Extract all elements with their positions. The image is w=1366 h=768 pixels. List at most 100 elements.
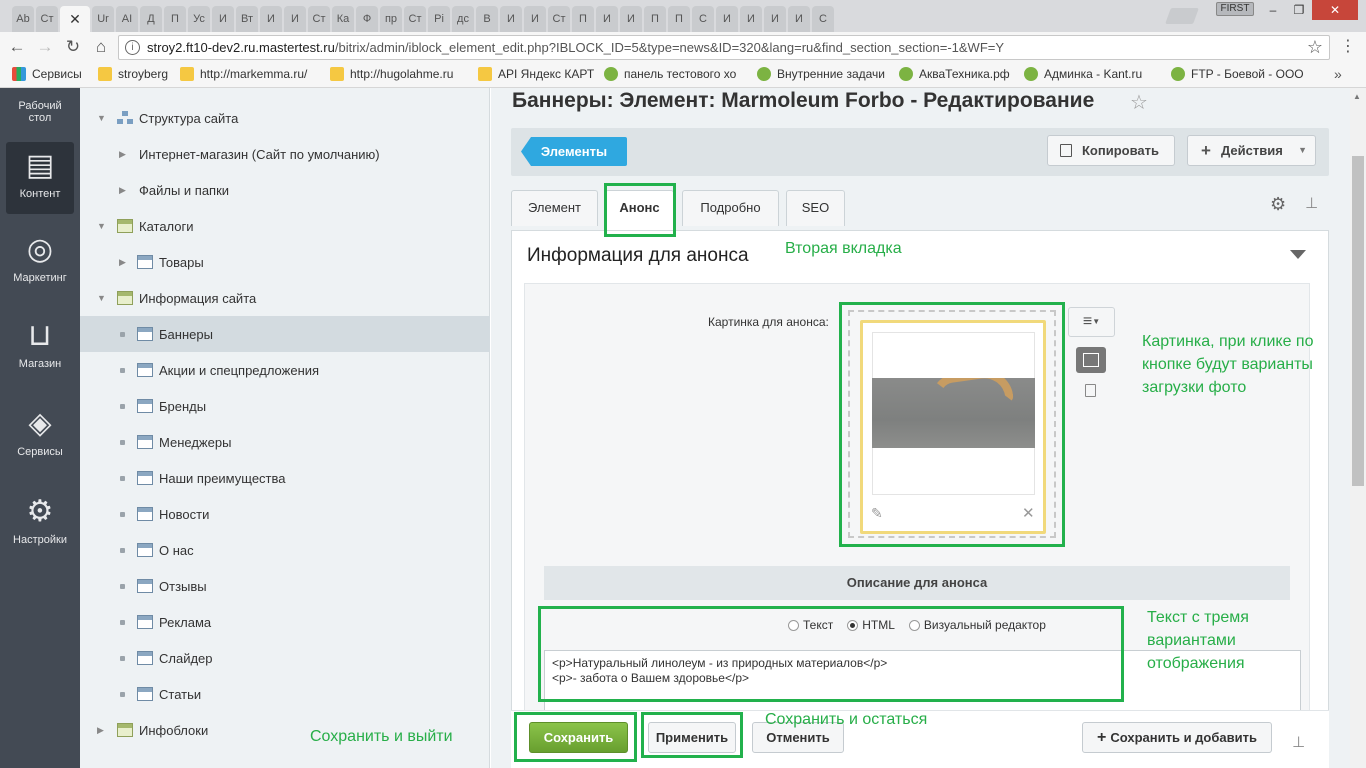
window-close-button[interactable]: ✕ — [1312, 0, 1358, 20]
reload-icon[interactable]: ↻ — [62, 36, 84, 58]
chevron-right-icon[interactable]: ▶ — [97, 725, 104, 736]
window-maximize-button[interactable]: ❐ — [1286, 0, 1312, 20]
browser-tab[interactable]: И — [260, 6, 282, 32]
browser-tab[interactable]: Ст — [404, 6, 426, 32]
back-icon[interactable]: ← — [6, 36, 28, 58]
browser-tab-active[interactable]: ✕ — [60, 6, 90, 32]
browser-tab[interactable]: И — [500, 6, 522, 32]
tree-item[interactable]: О нас — [80, 532, 490, 568]
picture-upload-menu-button[interactable]: ≡▼ — [1068, 307, 1115, 337]
scroll-thumb[interactable] — [1352, 156, 1364, 486]
new-tab-button[interactable] — [1165, 8, 1199, 24]
section-collapse-icon[interactable] — [1290, 250, 1306, 259]
browser-tab[interactable]: Ст — [308, 6, 330, 32]
browser-tab[interactable]: П — [164, 6, 186, 32]
tab-seo[interactable]: SEO — [786, 190, 845, 226]
bookmark-item[interactable]: http://hugolahme.ru — [330, 67, 453, 81]
address-bar[interactable]: i stroy2.ft10-dev2.ru.mastertest.ru/bitr… — [118, 35, 1330, 60]
browser-tab[interactable]: С — [812, 6, 834, 32]
browser-tab[interactable]: П — [644, 6, 666, 32]
browser-tab[interactable]: Ст — [548, 6, 570, 32]
browser-tab[interactable]: И — [740, 6, 762, 32]
bookmark-star-icon[interactable]: ☆ — [1307, 37, 1323, 58]
browser-tab[interactable]: дс — [452, 6, 474, 32]
browser-tab[interactable]: И — [788, 6, 810, 32]
tree-item[interactable]: ▶ Интернет-магазин (Сайт по умолчанию) — [80, 136, 490, 172]
media-library-icon[interactable] — [1076, 347, 1106, 373]
tree-item[interactable]: ▶ Товары — [80, 244, 490, 280]
chevron-right-icon[interactable]: ▶ — [119, 257, 126, 268]
browser-tab[interactable]: Ab — [12, 6, 34, 32]
menu-content[interactable]: ▤ Контент — [6, 142, 74, 214]
bookmark-item[interactable]: Админка - Kant.ru — [1024, 67, 1142, 81]
bookmark-item[interactable]: FTP - Боевой - ООО — [1171, 67, 1304, 81]
tree-item[interactable]: Наши преимущества — [80, 460, 490, 496]
bookmark-item[interactable]: Сервисы — [12, 67, 82, 81]
browser-tab[interactable]: Ur — [92, 6, 114, 32]
chevron-right-icon[interactable]: ▶ — [119, 185, 126, 196]
browser-tab[interactable]: АI — [116, 6, 138, 32]
browser-tab[interactable]: И — [524, 6, 546, 32]
copy-button[interactable]: Копировать — [1047, 135, 1175, 166]
browser-tab[interactable]: И — [716, 6, 738, 32]
bookmark-item[interactable]: http://markemma.ru/ — [180, 67, 307, 81]
browser-tab[interactable]: Ка — [332, 6, 354, 32]
elements-back-button[interactable]: Элементы — [521, 137, 627, 166]
tree-item[interactable]: Бренды — [80, 388, 490, 424]
browser-tab[interactable]: Ф — [356, 6, 378, 32]
browser-tab[interactable]: П — [668, 6, 690, 32]
bookmark-item[interactable]: панель тестового хо — [604, 67, 736, 81]
chevron-right-icon[interactable]: ▶ — [119, 149, 126, 160]
browser-tab[interactable]: В — [476, 6, 498, 32]
browser-tab[interactable]: Ус — [188, 6, 210, 32]
browser-tab[interactable]: Вт — [236, 6, 258, 32]
browser-tab[interactable]: Ст — [36, 6, 58, 32]
pin-icon[interactable]: ⊥ — [1292, 733, 1305, 751]
tree-item[interactable]: ▼ Информация сайта — [80, 280, 490, 316]
bookmark-item[interactable]: stroyberg — [98, 67, 168, 81]
chevron-down-icon[interactable]: ▼ — [97, 293, 106, 303]
tab-detail[interactable]: Подробно — [682, 190, 779, 226]
tree-item[interactable]: ▶ Файлы и папки — [80, 172, 490, 208]
tree-item[interactable]: Акции и спецпредложения — [80, 352, 490, 388]
pin-icon[interactable]: ⊥ — [1305, 194, 1318, 212]
browser-tab[interactable]: С — [692, 6, 714, 32]
tree-item[interactable]: Слайдер — [80, 640, 490, 676]
profile-badge[interactable]: FIRST — [1216, 2, 1254, 16]
forward-icon[interactable]: → — [34, 36, 56, 58]
url-text[interactable]: stroy2.ft10-dev2.ru.mastertest.ru/bitrix… — [147, 40, 1004, 55]
tree-item[interactable]: Баннеры — [80, 316, 490, 352]
tree-item[interactable]: Менеджеры — [80, 424, 490, 460]
tree-item[interactable]: Новости — [80, 496, 490, 532]
scroll-up-icon[interactable]: ▲ — [1353, 92, 1361, 101]
menu-shop[interactable]: ⊔ Магазин — [0, 320, 80, 371]
menu-settings[interactable]: ⚙ Настройки — [0, 496, 80, 547]
browser-tab[interactable]: И — [284, 6, 306, 32]
tree-item[interactable]: Реклама — [80, 604, 490, 640]
browser-tab[interactable]: И — [596, 6, 618, 32]
browser-tab[interactable]: И — [764, 6, 786, 32]
bookmarks-more-button[interactable]: » — [1334, 66, 1342, 82]
browser-tab[interactable]: И — [212, 6, 234, 32]
chevron-down-icon[interactable]: ▼ — [97, 113, 106, 123]
browser-menu-icon[interactable]: ⋮ — [1340, 36, 1356, 56]
browser-tab[interactable]: И — [620, 6, 642, 32]
favorite-star-icon[interactable]: ☆ — [1130, 90, 1148, 115]
actions-button[interactable]: + Действия ▼ — [1187, 135, 1316, 166]
window-minimize-button[interactable]: – — [1260, 0, 1286, 20]
tree-item[interactable]: ▼ Структура сайта — [80, 100, 490, 136]
info-icon[interactable]: i — [125, 40, 140, 55]
menu-desktop[interactable]: Рабочий стол — [0, 100, 80, 124]
file-icon[interactable] — [1085, 384, 1096, 397]
tab-settings-gear-icon[interactable]: ⚙ — [1270, 194, 1286, 215]
browser-tab[interactable]: П — [572, 6, 594, 32]
bookmark-item[interactable]: Внутренние задачи — [757, 67, 885, 81]
browser-tab[interactable]: пр — [380, 6, 402, 32]
browser-tab[interactable]: Д — [140, 6, 162, 32]
menu-services[interactable]: ◈ Сервисы — [0, 408, 80, 459]
tree-item[interactable]: Отзывы — [80, 568, 490, 604]
bookmark-item[interactable]: API Яндекс КАРТ — [478, 67, 594, 81]
browser-tab[interactable]: Pi — [428, 6, 450, 32]
tree-item[interactable]: Статьи — [80, 676, 490, 712]
menu-marketing[interactable]: ◎ Маркетинг — [0, 234, 80, 285]
